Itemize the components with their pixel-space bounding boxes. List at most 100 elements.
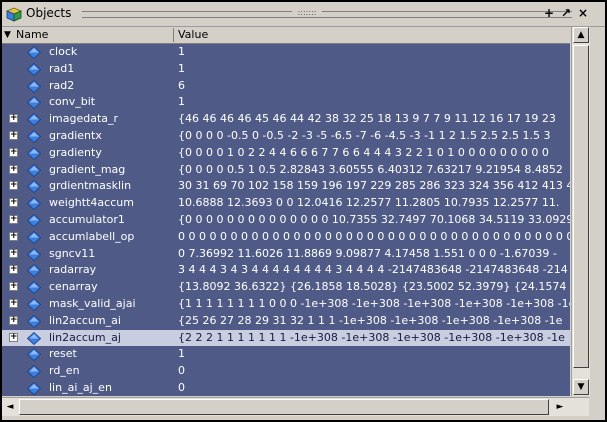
tree-row[interactable]: reset 1	[2, 346, 570, 363]
signal-icon	[27, 314, 41, 328]
tree-row[interactable]: clock 1	[2, 44, 570, 61]
signal-icon	[27, 79, 41, 93]
expand-icon[interactable]: +	[9, 164, 18, 174]
objects-pane-icon	[6, 7, 22, 22]
tree-row[interactable]: + gradienty {0 0 0 0 1 0 2 2 4 4 6 6 6 7 7…	[2, 145, 570, 162]
expand-icon[interactable]: +	[9, 231, 18, 241]
object-value: 1	[178, 347, 185, 361]
expand-icon[interactable]: +	[9, 114, 18, 124]
tree-row[interactable]: + cenarray {13.8092 36.6322} {26.1858 18.5…	[2, 279, 570, 296]
object-value: 1	[178, 95, 185, 109]
title-bar[interactable]: Objects ::::::: + ↗ ×	[2, 2, 605, 27]
value-column-header[interactable]: Value	[178, 27, 208, 43]
expand-icon[interactable]: +	[9, 282, 18, 292]
drag-grip[interactable]: :::::::	[292, 8, 322, 17]
object-name: mask_valid_ajai	[49, 297, 136, 310]
expand-icon[interactable]: +	[9, 299, 18, 308]
expand-icon[interactable]: +	[9, 265, 18, 275]
scroll-left-icon[interactable]: ◄	[2, 399, 18, 415]
tree-row[interactable]: + imagedata_r {46 46 46 46 45 46 44 42 38 …	[2, 111, 570, 128]
signal-icon	[27, 130, 41, 143]
object-value: {1 1 1 1 1 1 1 1 0 0 0 -1e+308 -1e+308 -…	[178, 297, 570, 310]
signal-icon	[27, 96, 41, 110]
object-name: sgncv11	[49, 246, 96, 260]
object-name: grdientmasklin	[49, 179, 132, 193]
signal-icon	[27, 331, 41, 345]
tree-row[interactable]: + mask_valid_ajai {1 1 1 1 1 1 1 1 0 0 0 -…	[2, 296, 570, 313]
signal-icon	[27, 163, 41, 177]
object-value: 30 31 69 70 102 158 159 196 197 229 285 …	[178, 179, 570, 193]
undock-button[interactable]: ↗	[559, 6, 573, 20]
tree-row[interactable]: rad1 1	[2, 61, 570, 78]
signal-icon	[27, 247, 41, 261]
object-name: cenarray	[49, 280, 98, 294]
tree-row[interactable]: + gradientx {0 0 0 0 -0.5 0 -0.5 -2 -3 -5 …	[2, 128, 570, 145]
object-name: conv_bit	[49, 95, 96, 109]
tree-row[interactable]: + lin2accum_aj {2 2 2 1 1 1 1 1 1 1 -1e+30…	[2, 329, 570, 347]
object-value: 0 0 0 0 0 0 0 0 0 0 0 0 0 0 0 0 0 0 0 0 …	[178, 229, 570, 243]
scroll-up-icon[interactable]: ▲	[573, 27, 589, 43]
tree-row[interactable]: + weightt4accum 10.6888 12.3693 0 0 12.041…	[2, 195, 570, 212]
object-value: {0 0 0 0 -0.5 0 -0.5 -2 -3 -5 -6.5 -7 -6…	[178, 129, 551, 142]
expand-icon[interactable]: +	[9, 215, 18, 224]
object-name: rd_en	[49, 364, 80, 378]
expand-icon[interactable]: +	[9, 147, 18, 157]
expand-icon[interactable]: +	[9, 181, 18, 191]
object-tree[interactable]: clock 1 rad1 1 rad2 6 conv_bit 1 + imagedata_r {46…	[2, 44, 570, 396]
vertical-scrollbar[interactable]: ▲ ▼	[571, 27, 590, 396]
name-column-header[interactable]: Name	[16, 27, 48, 43]
signal-icon	[27, 113, 41, 127]
object-value: 1	[178, 61, 185, 75]
object-value: 10.6888 12.3693 0 0 12.0416 12.2577 11.2…	[178, 196, 560, 210]
signal-icon	[27, 230, 41, 244]
scroll-right-icon[interactable]: ►	[552, 399, 568, 415]
object-value: {0 0 0 0 1 0 2 2 4 4 6 6 6 7 7 6 6 4 4 4…	[178, 145, 549, 159]
horizontal-scroll-thumb[interactable]	[19, 399, 549, 415]
horizontal-scrollbar[interactable]: ◄ ►	[2, 397, 589, 416]
title-bar-decoration	[82, 11, 572, 18]
tree-row[interactable]: rd_en 0	[2, 363, 570, 380]
sort-arrow-icon[interactable]: ▼	[4, 27, 11, 43]
object-value: 6	[178, 78, 185, 92]
signal-icon	[27, 180, 41, 194]
tree-row[interactable]: lin_ai_aj_en 0	[2, 380, 570, 396]
tree-row[interactable]: + accumulator1 {0 0 0 0 0 0 0 0 0 0 0 0 0 …	[2, 212, 570, 229]
tree-row[interactable]: + accumlabell_op 0 0 0 0 0 0 0 0 0 0 0 0 0…	[2, 229, 570, 246]
close-button[interactable]: ×	[576, 6, 590, 20]
object-value: {0 0 0 0 0.5 1 0.5 2.82843 3.60555 6.403…	[178, 162, 563, 176]
tree-row[interactable]: rad2 6	[2, 78, 570, 95]
object-value: {0 0 0 0 0 0 0 0 0 0 0 0 0 0 10.7355 32.…	[178, 213, 570, 226]
object-value: 3 4 4 4 3 4 3 4 4 4 4 4 4 4 4 3 4 4 4 4 …	[178, 263, 568, 277]
object-name: weightt4accum	[49, 196, 134, 210]
add-button[interactable]: +	[542, 6, 556, 20]
tree-row[interactable]: + grdientmasklin 30 31 69 70 102 158 159 1…	[2, 178, 570, 195]
object-name: gradienty	[49, 145, 102, 159]
window-title: Objects	[26, 6, 72, 20]
expand-icon[interactable]: +	[9, 248, 18, 258]
signal-icon	[27, 214, 41, 227]
expand-icon[interactable]: +	[9, 315, 18, 325]
object-name: lin2accum_aj	[49, 330, 121, 344]
column-divider[interactable]	[173, 28, 174, 42]
expand-icon[interactable]: +	[9, 198, 18, 208]
tree-row[interactable]: + lin2accum_ai {25 26 27 28 29 31 32 1 1 1…	[2, 313, 570, 330]
object-name: reset	[49, 347, 77, 361]
object-name: imagedata_r	[49, 112, 119, 126]
object-value: 1	[178, 45, 185, 58]
object-name: radarray	[49, 263, 97, 277]
signal-icon	[27, 298, 41, 311]
scroll-down-icon[interactable]: ▼	[573, 379, 589, 395]
tree-row[interactable]: + gradient_mag {0 0 0 0 0.5 1 0.5 2.82843 …	[2, 162, 570, 179]
tree-row[interactable]: + sgncv11 0 7.36992 11.6026 11.8869 9.0987…	[2, 246, 570, 263]
object-name: gradientx	[49, 129, 102, 142]
tree-row[interactable]: conv_bit 1	[2, 94, 570, 111]
tree-row[interactable]: + radarray 3 4 4 4 3 4 3 4 4 4 4 4 4 4 4 3…	[2, 262, 570, 279]
signal-icon	[27, 382, 41, 395]
column-header: ▼ Name Value	[2, 27, 570, 44]
signal-icon	[27, 281, 41, 295]
signal-icon	[27, 197, 41, 211]
vertical-scroll-thumb[interactable]	[573, 45, 589, 368]
expand-icon[interactable]: +	[9, 332, 18, 342]
expand-icon[interactable]: +	[9, 131, 18, 140]
object-name: rad1	[49, 61, 75, 75]
